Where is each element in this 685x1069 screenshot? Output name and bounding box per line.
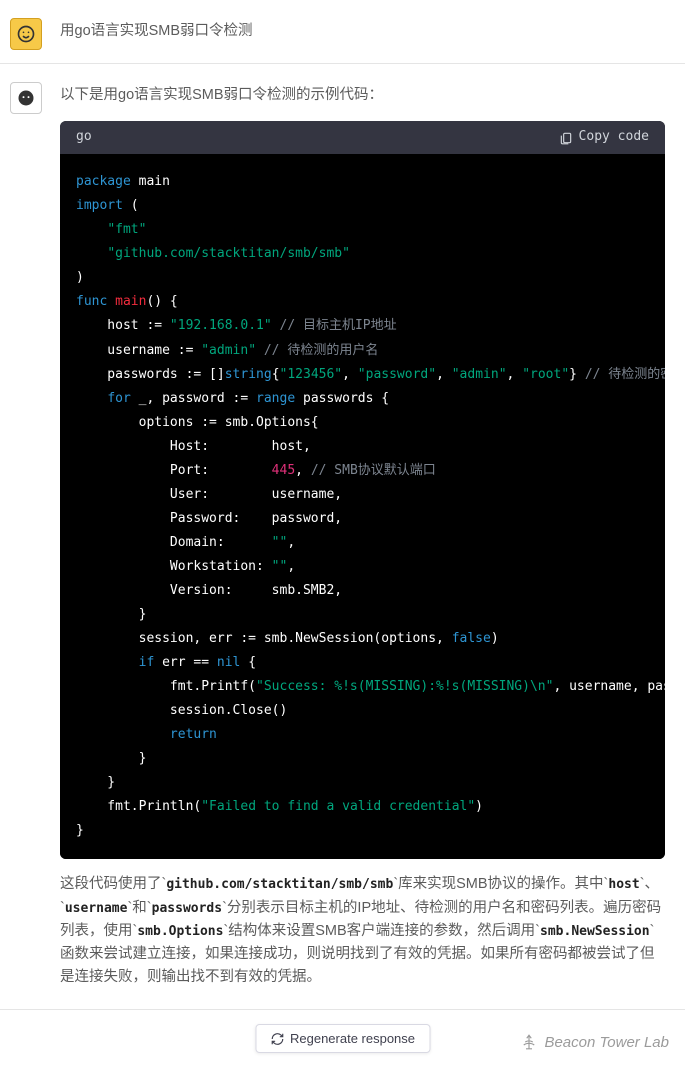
copy-code-label: Copy code xyxy=(579,127,649,148)
assistant-explanation: 这段代码使用了`github.com/stacktitan/smb/smb`库来… xyxy=(60,873,665,989)
watermark: Beacon Tower Lab xyxy=(520,1033,669,1051)
regenerate-label: Regenerate response xyxy=(290,1031,415,1046)
regenerate-response-button[interactable]: Regenerate response xyxy=(255,1024,430,1053)
code-content[interactable]: package main import ( "fmt" "github.com/… xyxy=(60,154,665,859)
refresh-icon xyxy=(270,1032,284,1046)
inline-code: host xyxy=(608,877,639,892)
user-message-row: 用go语言实现SMB弱口令检测 xyxy=(0,0,685,64)
assistant-message-row: 以下是用go语言实现SMB弱口令检测的示例代码： go Copy code pa… xyxy=(0,64,685,1010)
clipboard-icon xyxy=(559,131,573,145)
inline-code: smb.NewSession xyxy=(540,924,650,939)
user-avatar xyxy=(10,18,42,50)
user-message-text: 用go语言实现SMB弱口令检测 xyxy=(60,10,685,53)
code-header: go Copy code xyxy=(60,121,665,154)
copy-code-button[interactable]: Copy code xyxy=(559,127,649,148)
code-block: go Copy code package main import ( "fmt"… xyxy=(60,121,665,859)
inline-code: username xyxy=(65,901,128,916)
inline-code: smb.Options xyxy=(137,924,223,939)
assistant-message-body: 以下是用go语言实现SMB弱口令检测的示例代码： go Copy code pa… xyxy=(60,74,685,999)
tower-icon xyxy=(520,1033,538,1051)
assistant-intro-text: 以下是用go语言实现SMB弱口令检测的示例代码： xyxy=(60,84,665,107)
inline-code: passwords xyxy=(152,901,222,916)
code-language-label: go xyxy=(76,127,92,148)
assistant-avatar xyxy=(10,82,42,114)
inline-code: github.com/stacktitan/smb/smb xyxy=(166,877,393,892)
